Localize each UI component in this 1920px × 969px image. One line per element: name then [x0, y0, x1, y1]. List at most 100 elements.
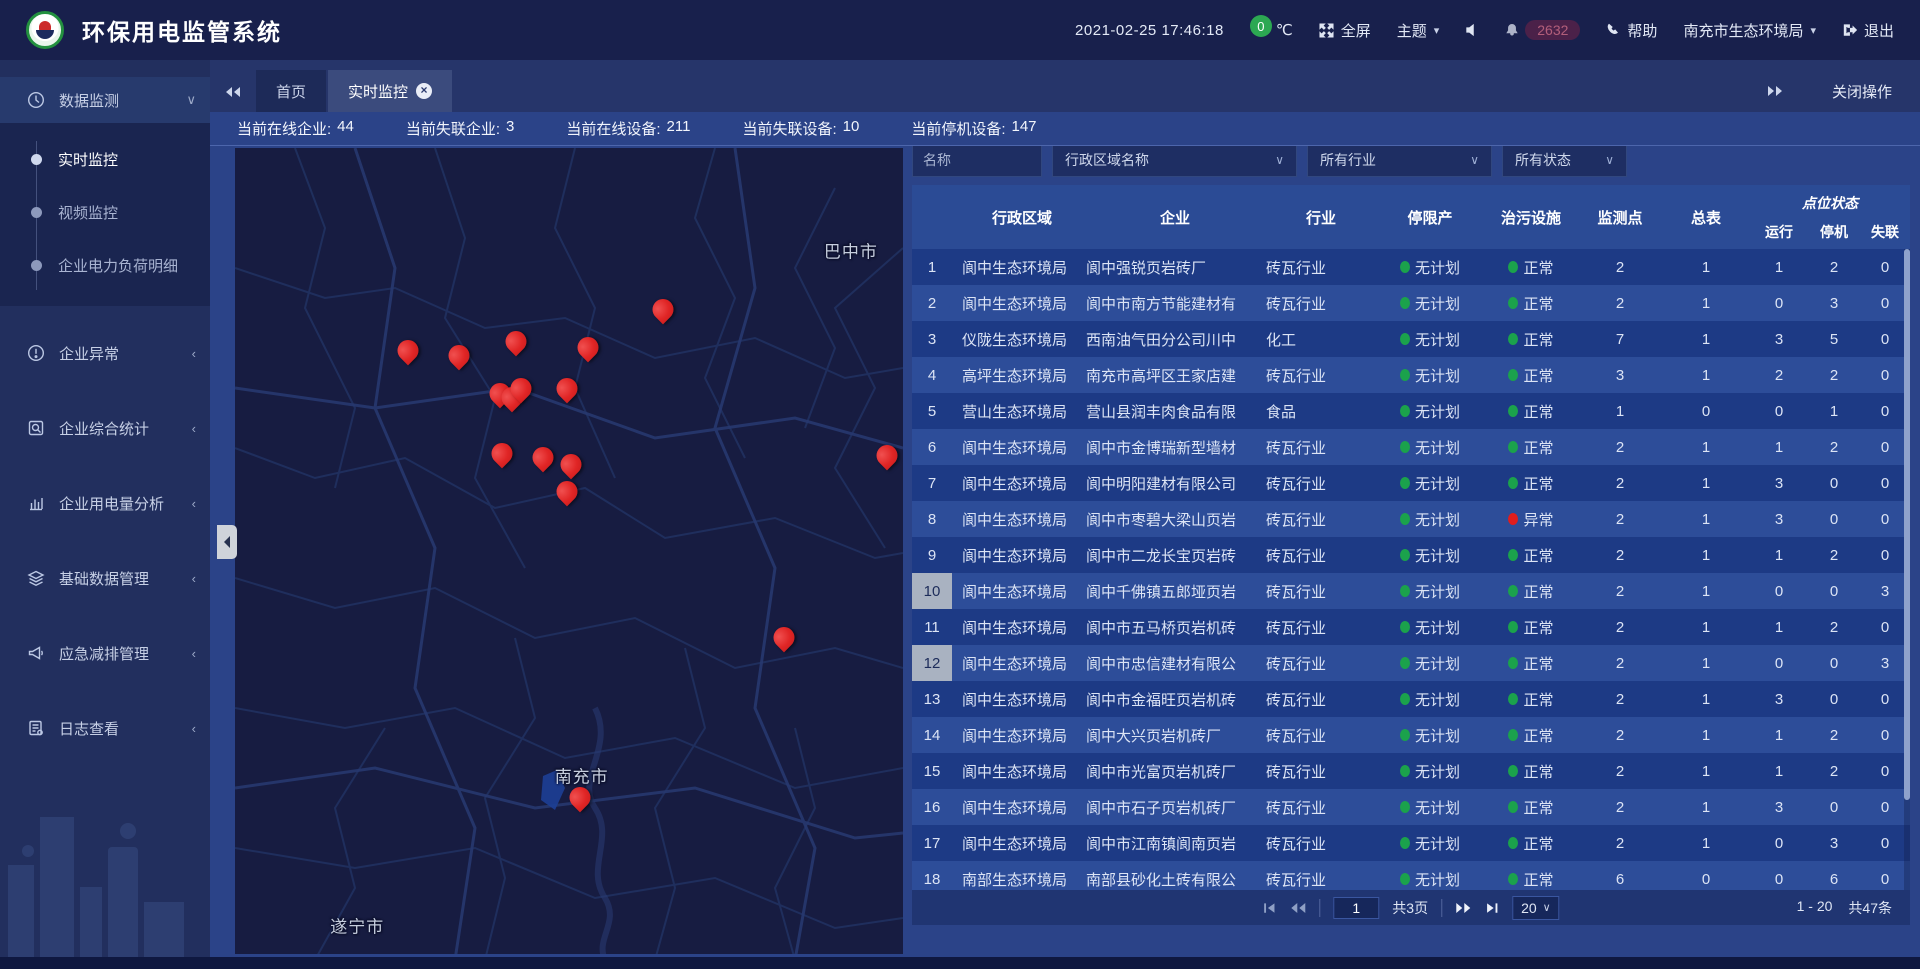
table-row[interactable]: 6阆中生态环境局阆中市金博瑞新型墙材砖瓦行业无计划正常21120: [912, 429, 1910, 465]
table-row[interactable]: 11阆中生态环境局阆中市五马桥页岩机砖砖瓦行业无计划正常21120: [912, 609, 1910, 645]
sidebar-subitem-label: 视频监控: [58, 202, 118, 223]
row-running: 1: [1750, 429, 1808, 465]
stat-value: 44: [337, 118, 354, 139]
table-row[interactable]: 14阆中生态环境局阆中大兴页岩机砖厂砖瓦行业无计划正常21120: [912, 717, 1910, 753]
stop-status-label: 无计划: [1415, 689, 1460, 710]
row-monitor-points: 2: [1578, 609, 1662, 645]
industry-filter-select[interactable]: 所有行业 ∨: [1307, 143, 1492, 177]
theme-dropdown[interactable]: 主题 ▾: [1397, 20, 1440, 41]
app-title: 环保用电监管系统: [82, 13, 282, 47]
row-stopped: 2: [1808, 429, 1860, 465]
row-enterprise: 阆中市金福旺页岩机砖: [1082, 681, 1264, 717]
close-operations-dropdown[interactable]: 关闭操作: [1832, 81, 1892, 102]
row-disconnected: 3: [1860, 573, 1910, 609]
chevron-down-icon: ∨: [1605, 153, 1614, 167]
status-dot-green: [1400, 765, 1410, 777]
table-row[interactable]: 8阆中生态环境局阆中市枣碧大梁山页岩砖瓦行业无计划异常21300: [912, 501, 1910, 537]
table-row[interactable]: 9阆中生态环境局阆中市二龙长宝页岩砖砖瓦行业无计划正常21120: [912, 537, 1910, 573]
map-pin-icon[interactable]: [556, 378, 577, 399]
org-dropdown[interactable]: 南充市生态环境局 ▾: [1683, 20, 1816, 41]
map-pin-icon[interactable]: [652, 299, 673, 320]
prev-page-button[interactable]: [1290, 902, 1306, 914]
first-page-button[interactable]: [1262, 902, 1277, 914]
region-filter-select[interactable]: 行政区域名称 ∨: [1052, 143, 1297, 177]
help-button[interactable]: 帮助: [1606, 20, 1657, 41]
table-scrollbar[interactable]: [1904, 249, 1910, 890]
page-size-select[interactable]: 20 ∨: [1512, 896, 1560, 920]
map-canvas[interactable]: 巴中市南充市遂宁市: [235, 148, 903, 954]
fullscreen-button[interactable]: 全屏: [1319, 20, 1371, 41]
sidebar-collapse-handle[interactable]: [217, 525, 237, 559]
last-page-button[interactable]: [1484, 902, 1499, 914]
row-disconnected: 0: [1860, 789, 1910, 825]
map-pin-icon[interactable]: [577, 337, 598, 358]
sidebar-section: 企业异常‹: [0, 317, 210, 383]
close-icon[interactable]: ×: [416, 83, 432, 99]
logout-button[interactable]: 退出: [1842, 20, 1894, 41]
sidebar-item-2[interactable]: 企业综合统计‹: [0, 400, 210, 456]
page-number-input[interactable]: [1333, 897, 1379, 919]
row-stop-status: 无计划: [1376, 861, 1484, 890]
sidebar-subitem-实时监控[interactable]: 实时监控: [0, 133, 210, 186]
sidebar-item-6[interactable]: 日志查看‹: [0, 700, 210, 756]
row-region: 阆中生态环境局: [952, 465, 1082, 501]
stop-status-label: 无计划: [1415, 761, 1460, 782]
map-pin-icon[interactable]: [532, 447, 553, 468]
map-pin-icon[interactable]: [510, 378, 531, 399]
sidebar-item-1[interactable]: 企业异常‹: [0, 325, 210, 381]
table-row[interactable]: 13阆中生态环境局阆中市金福旺页岩机砖砖瓦行业无计划正常21300: [912, 681, 1910, 717]
table-row[interactable]: 1阆中生态环境局阆中强锐页岩砖厂砖瓦行业无计划正常21120: [912, 249, 1910, 285]
table-row[interactable]: 5营山生态环境局营山县润丰肉食品有限食品无计划正常10010: [912, 393, 1910, 429]
tab-realtime-monitoring[interactable]: 实时监控 ×: [328, 70, 452, 112]
facility-status-label: 正常: [1523, 689, 1553, 710]
sidebar-item-5[interactable]: 应急减排管理‹: [0, 625, 210, 681]
row-monitor-points: 6: [1578, 861, 1662, 890]
divider: [1319, 899, 1320, 917]
sidebar-subitem-视频监控[interactable]: 视频监控: [0, 186, 210, 239]
table-row[interactable]: 3仪陇生态环境局西南油气田分公司川中化工无计划正常71350: [912, 321, 1910, 357]
table-row[interactable]: 7阆中生态环境局阆中明阳建材有限公司砖瓦行业无计划正常21300: [912, 465, 1910, 501]
table-row[interactable]: 12阆中生态环境局阆中市忠信建材有限公砖瓦行业无计划正常21003: [912, 645, 1910, 681]
row-index: 10: [912, 573, 952, 609]
row-index: 15: [912, 753, 952, 789]
sidebar-item-3[interactable]: 企业用电量分析‹: [0, 475, 210, 531]
sidebar-subitem-企业电力负荷明细[interactable]: 企业电力负荷明细: [0, 239, 210, 292]
table-row[interactable]: 15阆中生态环境局阆中市光富页岩机砖厂砖瓦行业无计划正常21120: [912, 753, 1910, 789]
table-row[interactable]: 18南部生态环境局南部县砂化土砖有限公砖瓦行业无计划正常60060: [912, 861, 1910, 890]
mute-speaker-icon[interactable]: [1465, 23, 1479, 37]
row-monitor-points: 3: [1578, 357, 1662, 393]
table-row[interactable]: 10阆中生态环境局阆中千佛镇五郎垭页岩砖瓦行业无计划正常21003: [912, 573, 1910, 609]
chevron-left-icon: ‹: [192, 646, 196, 661]
row-index: 2: [912, 285, 952, 321]
map-pin-icon[interactable]: [449, 345, 470, 366]
map-pin-icon[interactable]: [561, 454, 582, 475]
tab-home[interactable]: 首页: [256, 70, 326, 112]
map-pin-icon[interactable]: [505, 331, 526, 352]
row-index: 6: [912, 429, 952, 465]
map-pin-icon[interactable]: [774, 627, 795, 648]
next-page-button[interactable]: [1455, 902, 1471, 914]
row-stop-status: 无计划: [1376, 645, 1484, 681]
header-point-status-group: 点位状态运行停机失联: [1750, 185, 1910, 249]
map-pin-icon[interactable]: [398, 340, 419, 361]
notification-area[interactable]: 2632: [1505, 20, 1580, 40]
sidebar-item-4[interactable]: 基础数据管理‹: [0, 550, 210, 606]
map-pin-icon[interactable]: [570, 787, 591, 808]
status-filter-select[interactable]: 所有状态 ∨: [1502, 143, 1627, 177]
status-dot-green: [1400, 585, 1410, 597]
table-row[interactable]: 4高坪生态环境局南充市高坪区王家店建砖瓦行业无计划正常31220: [912, 357, 1910, 393]
row-total-meter: 1: [1662, 753, 1750, 789]
map-pin-icon[interactable]: [492, 443, 513, 464]
tabs-scroll-left-button[interactable]: [210, 72, 256, 112]
name-filter-input[interactable]: [912, 143, 1042, 177]
table-row[interactable]: 16阆中生态环境局阆中市石子页岩机砖厂砖瓦行业无计划正常21300: [912, 789, 1910, 825]
row-running: 0: [1750, 573, 1808, 609]
table-row[interactable]: 17阆中生态环境局阆中市江南镇阆南页岩砖瓦行业无计划正常21030: [912, 825, 1910, 861]
map-pin-icon[interactable]: [876, 445, 897, 466]
sidebar-item-0[interactable]: 数据监测∨: [0, 77, 210, 123]
table-row[interactable]: 2阆中生态环境局阆中市南方节能建材有砖瓦行业无计划正常21030: [912, 285, 1910, 321]
tabs-scroll-right-button[interactable]: [1752, 71, 1798, 111]
status-dot-green: [1400, 369, 1410, 381]
map-pin-icon[interactable]: [556, 481, 577, 502]
footer-strip: [0, 957, 1920, 969]
